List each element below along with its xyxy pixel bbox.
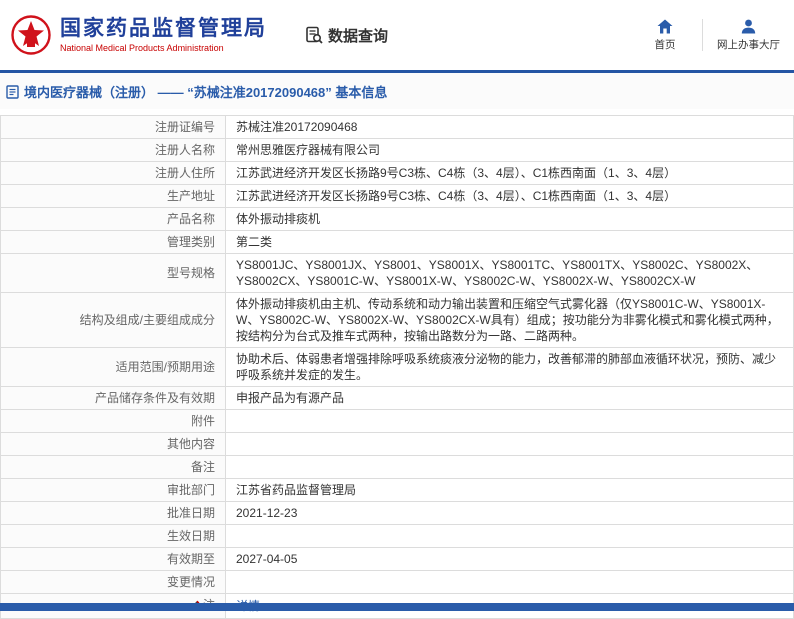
nmpa-logo-block[interactable]: 国家药品监督管理局 National Medical Products Admi…	[10, 14, 267, 56]
data-query-icon	[306, 26, 323, 44]
field-value: 苏械注准20172090468	[225, 115, 794, 139]
field-value: 常州思雅医疗器械有限公司	[225, 138, 794, 162]
field-value: 申报产品为有源产品	[225, 386, 794, 410]
nav-home[interactable]: 首页	[642, 19, 688, 52]
table-row: 型号规格 YS8001JC、YS8001JX、YS8001、YS8001X、YS…	[0, 253, 794, 293]
field-label: 有效期至	[0, 547, 226, 571]
site-title: 国家药品监督管理局	[60, 16, 267, 40]
field-label: 生产地址	[0, 184, 226, 208]
field-label: 批准日期	[0, 501, 226, 525]
table-row: 注册证编号 苏械注准20172090468	[0, 115, 794, 139]
field-value: YS8001JC、YS8001JX、YS8001、YS8001X、YS8001T…	[225, 253, 794, 293]
home-icon	[657, 19, 673, 33]
page-title: 境内医疗器械（注册） —— “苏械注准20172090468” 基本信息	[24, 85, 388, 100]
field-value: 江苏武进经济开发区长扬路9号C3栋、C4栋（3、4层）、C1栋西南面（1、3、4…	[225, 161, 794, 185]
field-value: 江苏武进经济开发区长扬路9号C3栋、C4栋（3、4层）、C1栋西南面（1、3、4…	[225, 184, 794, 208]
footer-bar	[0, 603, 794, 611]
field-label: 备注	[0, 455, 226, 479]
person-icon	[741, 19, 756, 33]
table-row: 变更情况	[0, 570, 794, 594]
nav-service-hall[interactable]: 网上办事大厅	[717, 19, 780, 52]
header-right-nav: 首页 网上办事大厅	[642, 19, 780, 52]
field-value: 体外振动排痰机	[225, 207, 794, 231]
field-label: 注册证编号	[0, 115, 226, 139]
field-value: 第二类	[225, 230, 794, 254]
field-value: 2021-12-23	[225, 501, 794, 525]
nav-service-hall-label: 网上办事大厅	[717, 38, 780, 51]
nmpa-logo-icon	[11, 15, 51, 55]
field-label: 产品储存条件及有效期	[0, 386, 226, 410]
field-value: 2027-04-05	[225, 547, 794, 571]
field-value	[225, 409, 794, 433]
table-row: 审批部门 江苏省药品监督管理局	[0, 478, 794, 502]
table-row: 适用范围/预期用途 协助术后、体弱患者增强排除呼吸系统痰液分泌物的能力，改善郁滞…	[0, 347, 794, 387]
table-row: 有效期至 2027-04-05	[0, 547, 794, 571]
table-row: 生产地址 江苏武进经济开发区长扬路9号C3栋、C4栋（3、4层）、C1栋西南面（…	[0, 184, 794, 208]
header-divider	[702, 19, 703, 51]
data-query-label: 数据查询	[328, 27, 389, 45]
field-label: 其他内容	[0, 432, 226, 456]
table-row: 注册人住所 江苏武进经济开发区长扬路9号C3栋、C4栋（3、4层）、C1栋西南面…	[0, 161, 794, 185]
field-label: 产品名称	[0, 207, 226, 231]
field-label: 变更情况	[0, 570, 226, 594]
field-label: 注册人住所	[0, 161, 226, 185]
field-value: 江苏省药品监督管理局	[225, 478, 794, 502]
field-label: 生效日期	[0, 524, 226, 548]
table-row: 注册人名称 常州思雅医疗器械有限公司	[0, 138, 794, 162]
field-label: 附件	[0, 409, 226, 433]
table-row: 其他内容	[0, 432, 794, 456]
field-value	[225, 455, 794, 479]
breadcrumb: 境内医疗器械（注册） —— “苏械注准20172090468” 基本信息	[0, 73, 794, 109]
field-label: 注册人名称	[0, 138, 226, 162]
table-row: 批准日期 2021-12-23	[0, 501, 794, 525]
site-subtitle: National Medical Products Administration	[60, 43, 224, 54]
table-row: 结构及组成/主要组成成分 体外振动排痰机由主机、传动系统和动力输出装置和压缩空气…	[0, 292, 794, 348]
table-row: 产品名称 体外振动排痰机	[0, 207, 794, 231]
field-value	[225, 570, 794, 594]
field-label: 型号规格	[0, 253, 226, 293]
registration-info-table: 注册证编号 苏械注准20172090468 注册人名称 常州思雅医疗器械有限公司…	[0, 115, 794, 619]
field-label: 结构及组成/主要组成成分	[0, 292, 226, 348]
field-label: 审批部门	[0, 478, 226, 502]
field-value: 协助术后、体弱患者增强排除呼吸系统痰液分泌物的能力，改善郁滞的肺部血液循环状况，…	[225, 347, 794, 387]
field-label: 管理类别	[0, 230, 226, 254]
table-row: 生效日期	[0, 524, 794, 548]
table-row: 备注	[0, 455, 794, 479]
field-label: 适用范围/预期用途	[0, 347, 226, 387]
nav-home-label: 首页	[654, 38, 676, 51]
document-icon	[6, 84, 19, 99]
field-value	[225, 432, 794, 456]
table-row: 附件	[0, 409, 794, 433]
site-title-block: 国家药品监督管理局 National Medical Products Admi…	[60, 17, 267, 53]
table-row: 管理类别 第二类	[0, 230, 794, 254]
field-value	[225, 524, 794, 548]
table-row: 产品储存条件及有效期 申报产品为有源产品	[0, 386, 794, 410]
site-header: 国家药品监督管理局 National Medical Products Admi…	[0, 0, 794, 70]
field-value: 体外振动排痰机由主机、传动系统和动力输出装置和压缩空气式雾化器（仅YS8001C…	[225, 292, 794, 348]
nav-data-query[interactable]: 数据查询	[305, 25, 388, 46]
